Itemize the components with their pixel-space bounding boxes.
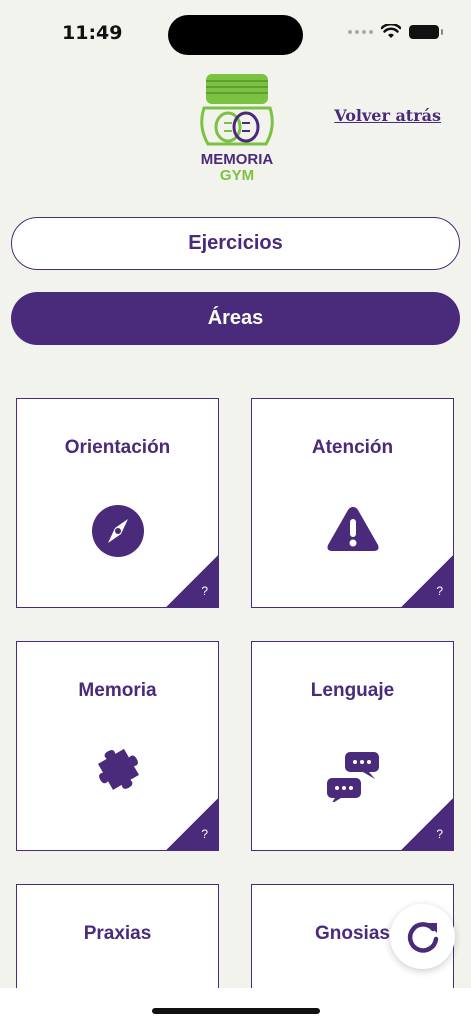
help-icon: ?	[436, 827, 443, 841]
card-orientacion[interactable]: Orientación ?	[16, 398, 219, 608]
help-corner[interactable]: ?	[401, 555, 453, 607]
tab-ejercicios[interactable]: Ejercicios	[11, 217, 460, 270]
card-praxias[interactable]: Praxias	[16, 884, 219, 1004]
refresh-button[interactable]	[390, 904, 455, 969]
signal-icon	[348, 29, 373, 34]
help-corner[interactable]: ?	[401, 798, 453, 850]
card-memoria[interactable]: Memoria ?	[16, 641, 219, 851]
card-title: Lenguaje	[310, 680, 395, 701]
card-title: Memoria	[78, 680, 157, 701]
camera-notch	[168, 15, 303, 55]
status-bar: 11:49	[0, 0, 471, 68]
puzzle-icon	[97, 748, 139, 790]
card-lenguaje[interactable]: Lenguaje ?	[251, 641, 454, 851]
battery-icon	[409, 24, 443, 39]
refresh-icon	[407, 921, 438, 953]
help-icon: ?	[201, 827, 208, 841]
card-atencion[interactable]: Atención ?	[251, 398, 454, 608]
home-indicator[interactable]	[152, 1008, 320, 1014]
wifi-icon	[381, 24, 401, 38]
card-title: Atención	[311, 437, 394, 458]
status-icons	[348, 24, 443, 39]
warning-icon	[327, 507, 378, 551]
help-corner[interactable]: ?	[166, 798, 218, 850]
logo-text-memoria: MEMORIA	[201, 151, 274, 168]
back-link[interactable]: Volver atrás	[334, 106, 441, 125]
logo-text-gym: GYM	[220, 167, 254, 184]
help-icon: ?	[436, 584, 443, 598]
compass-icon	[91, 505, 144, 557]
help-corner[interactable]: ?	[166, 555, 218, 607]
bottom-safe-area	[0, 988, 471, 1024]
chat-bubbles-icon	[326, 752, 379, 802]
card-title: Orientación	[64, 437, 171, 458]
help-icon: ?	[201, 584, 208, 598]
tab-areas[interactable]: Áreas	[11, 292, 460, 345]
status-time: 11:49	[62, 22, 123, 44]
memoria-gym-logo: MEMORIA GYM	[200, 74, 274, 184]
card-title: Praxias	[83, 923, 152, 944]
